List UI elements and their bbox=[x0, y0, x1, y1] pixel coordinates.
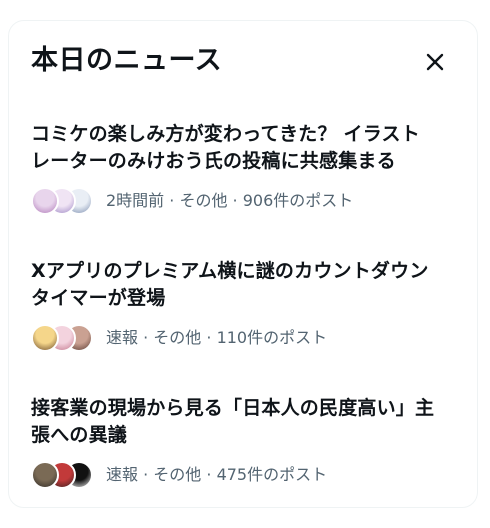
news-post-count: 475件のポスト bbox=[216, 465, 328, 484]
meta-separator: · bbox=[164, 191, 180, 210]
news-time: 速報 bbox=[106, 328, 139, 347]
news-category: その他 bbox=[179, 191, 228, 210]
news-meta: 速報 · その他 · 110件のポスト bbox=[31, 322, 461, 354]
news-item[interactable]: コミケの楽しみ方が変わってきた？ イラスト レーターのみけおう氏の投稿に共感集ま… bbox=[31, 121, 461, 217]
news-meta: 速報 · その他 · 475件のポスト bbox=[31, 459, 461, 491]
news-title: Xアプリのプレミアム横に謎のカウントダウン タイマーが登場 bbox=[31, 258, 461, 312]
news-title-line: 接客業の現場から見る「日本人の民度高い」主 bbox=[31, 397, 435, 419]
avatar bbox=[31, 461, 59, 489]
news-title-line: Xアプリのプレミアム横に謎のカウントダウン bbox=[31, 260, 429, 282]
news-meta-text: 速報 · その他 · 475件のポスト bbox=[106, 463, 327, 487]
news-item[interactable]: 接客業の現場から見る「日本人の民度高い」主 張への異議 速報 · その他 · 4… bbox=[31, 395, 461, 491]
meta-separator: · bbox=[201, 328, 217, 347]
news-post-count: 110件のポスト bbox=[216, 328, 328, 347]
news-title-line: レーターのみけおう氏の投稿に共感集まる bbox=[31, 150, 396, 172]
news-title: コミケの楽しみ方が変わってきた？ イラスト レーターのみけおう氏の投稿に共感集ま… bbox=[31, 121, 461, 175]
news-meta-text: 2時間前 · その他 · 906件のポスト bbox=[106, 189, 353, 213]
avatar bbox=[31, 324, 59, 352]
news-category: その他 bbox=[153, 328, 202, 347]
meta-separator: · bbox=[227, 191, 243, 210]
meta-separator: · bbox=[201, 465, 217, 484]
news-meta: 2時間前 · その他 · 906件のポスト bbox=[31, 185, 461, 217]
news-title: 接客業の現場から見る「日本人の民度高い」主 張への異議 bbox=[31, 395, 461, 449]
avatar-group bbox=[31, 461, 95, 489]
news-title-line: 張への異議 bbox=[31, 424, 128, 446]
avatar-group bbox=[31, 324, 95, 352]
news-meta-text: 速報 · その他 · 110件のポスト bbox=[106, 326, 327, 350]
news-title-line: コミケの楽しみ方が変わってきた？ イラスト bbox=[31, 123, 420, 145]
meta-separator: · bbox=[138, 465, 154, 484]
news-category: その他 bbox=[153, 465, 202, 484]
meta-separator: · bbox=[138, 328, 154, 347]
news-title-line: タイマーが登場 bbox=[31, 287, 166, 309]
news-item[interactable]: Xアプリのプレミアム横に謎のカウントダウン タイマーが登場 速報 · その他 ·… bbox=[31, 258, 461, 354]
avatar-group bbox=[31, 187, 95, 215]
news-panel: 本日のニュース コミケの楽しみ方が変わってきた？ イラスト レーターのみけおう氏… bbox=[8, 20, 478, 508]
close-icon bbox=[426, 53, 444, 71]
news-post-count: 906件のポスト bbox=[242, 191, 354, 210]
news-time: 2時間前 bbox=[106, 191, 165, 210]
close-button[interactable] bbox=[422, 49, 448, 75]
news-time: 速報 bbox=[106, 465, 139, 484]
avatar bbox=[31, 187, 59, 215]
panel-title: 本日のニュース bbox=[31, 45, 223, 76]
